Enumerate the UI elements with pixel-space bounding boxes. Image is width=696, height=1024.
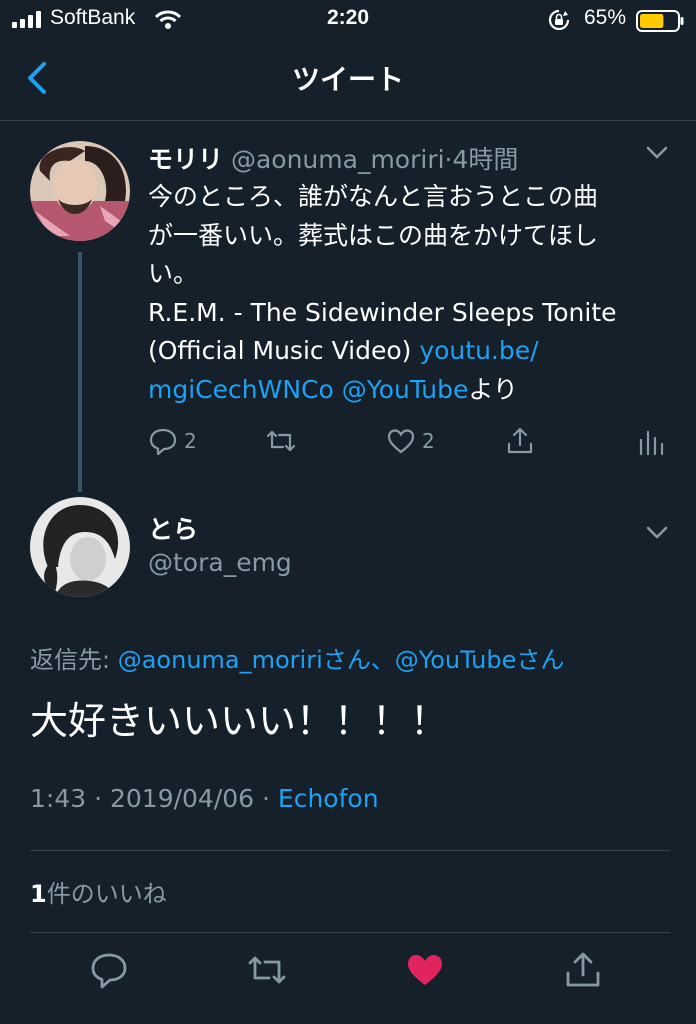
share-button[interactable] — [505, 424, 535, 458]
analytics-button[interactable] — [636, 424, 666, 458]
tweet-metadata: 1:43 · 2019/04/06 · Echofon — [30, 784, 379, 813]
chevron-down-icon[interactable] — [646, 526, 668, 540]
likes-summary[interactable]: 1件のいいね — [30, 874, 167, 909]
tweet-timestamp: 1:43 · 2019/04/06 · — [30, 784, 278, 813]
like-count: 2 — [422, 429, 435, 453]
heart-filled-icon — [408, 955, 442, 985]
analytics-icon — [639, 430, 664, 456]
client-link[interactable]: Echofon — [278, 784, 379, 813]
page-title: ツイート — [291, 63, 404, 96]
reply-label: 返信先: — [30, 646, 118, 674]
battery-percent: 65% — [584, 6, 627, 29]
tweet-text-line: 今のところ、誰がなんと言おうとこの曲 — [148, 182, 599, 211]
reply-button[interactable] — [89, 950, 129, 990]
parent-author-name[interactable]: モリリ — [148, 145, 223, 174]
reply-button[interactable]: 2 — [148, 424, 197, 458]
parent-tweet-text: 今のところ、誰がなんと言おうとこの曲 が一番いい。葬式はこの曲をかけてほし い。… — [148, 178, 678, 409]
retweet-icon — [266, 430, 296, 452]
reply-count: 2 — [184, 429, 197, 453]
parent-time-ago: 4時間 — [452, 145, 519, 174]
tweet-text-line: mgiCechWNCo @YouTubeより — [148, 371, 678, 410]
navigation-bar: ツイート — [0, 40, 696, 121]
tweet-text-segment: (Official Music Video) — [148, 336, 420, 365]
like-button[interactable]: 2 — [386, 424, 435, 458]
meta-separator: · — [444, 145, 453, 174]
divider — [30, 850, 670, 851]
author-handle[interactable]: @tora_emg — [148, 548, 292, 577]
share-icon — [566, 952, 600, 987]
replying-to: 返信先: @aonuma_moririさん、@YouTubeさん — [30, 640, 564, 675]
reply-icon — [149, 428, 177, 456]
tweet-text-line: R.E.M. - The Sidewinder Sleeps Tonite — [148, 297, 617, 327]
divider — [30, 932, 670, 933]
status-bar: SoftBank 2:20 65% — [0, 0, 696, 40]
reply-san: さん、 — [322, 646, 395, 674]
reply-mention[interactable]: @YouTube — [395, 646, 517, 674]
video-link[interactable]: youtu.be/ — [419, 336, 538, 365]
retweet-button[interactable] — [247, 950, 287, 990]
reply-mention[interactable]: @aonuma_moriri — [118, 646, 323, 674]
reply-san: さん — [516, 646, 565, 674]
avatar[interactable] — [30, 497, 130, 597]
tweet-text-line: が一番いい。葬式はこの曲をかけてほし — [148, 220, 599, 250]
like-button[interactable] — [405, 950, 445, 990]
tweet-text-suffix: より — [468, 374, 518, 404]
likes-count: 1 — [30, 880, 47, 908]
avatar[interactable] — [30, 141, 130, 241]
heart-icon — [387, 429, 415, 454]
tweet-text-line: (Official Music Video) youtu.be/ — [148, 332, 678, 371]
tweet-text: 大好きいいいい！！！！ — [30, 699, 449, 743]
parent-tweet-header: モリリ @aonuma_moriri·4時間 — [148, 140, 518, 176]
rotation-lock-icon — [548, 9, 570, 31]
thread-connector — [78, 252, 82, 492]
reply-icon — [91, 953, 127, 989]
chevron-down-icon[interactable] — [646, 146, 668, 160]
video-link-continued[interactable]: mgiCechWNCo — [148, 375, 334, 404]
share-button[interactable] — [563, 950, 603, 990]
retweet-icon — [248, 956, 286, 984]
parent-author-handle[interactable]: @aonuma_moriri — [231, 145, 445, 174]
likes-label: 件のいいね — [46, 880, 167, 908]
battery-icon — [636, 10, 684, 32]
author-name[interactable]: とら — [148, 510, 198, 546]
share-icon — [507, 427, 533, 454]
retweet-button[interactable] — [266, 424, 296, 458]
tweet-text-line: い。 — [148, 259, 199, 288]
youtube-mention[interactable]: @YouTube — [342, 375, 469, 404]
